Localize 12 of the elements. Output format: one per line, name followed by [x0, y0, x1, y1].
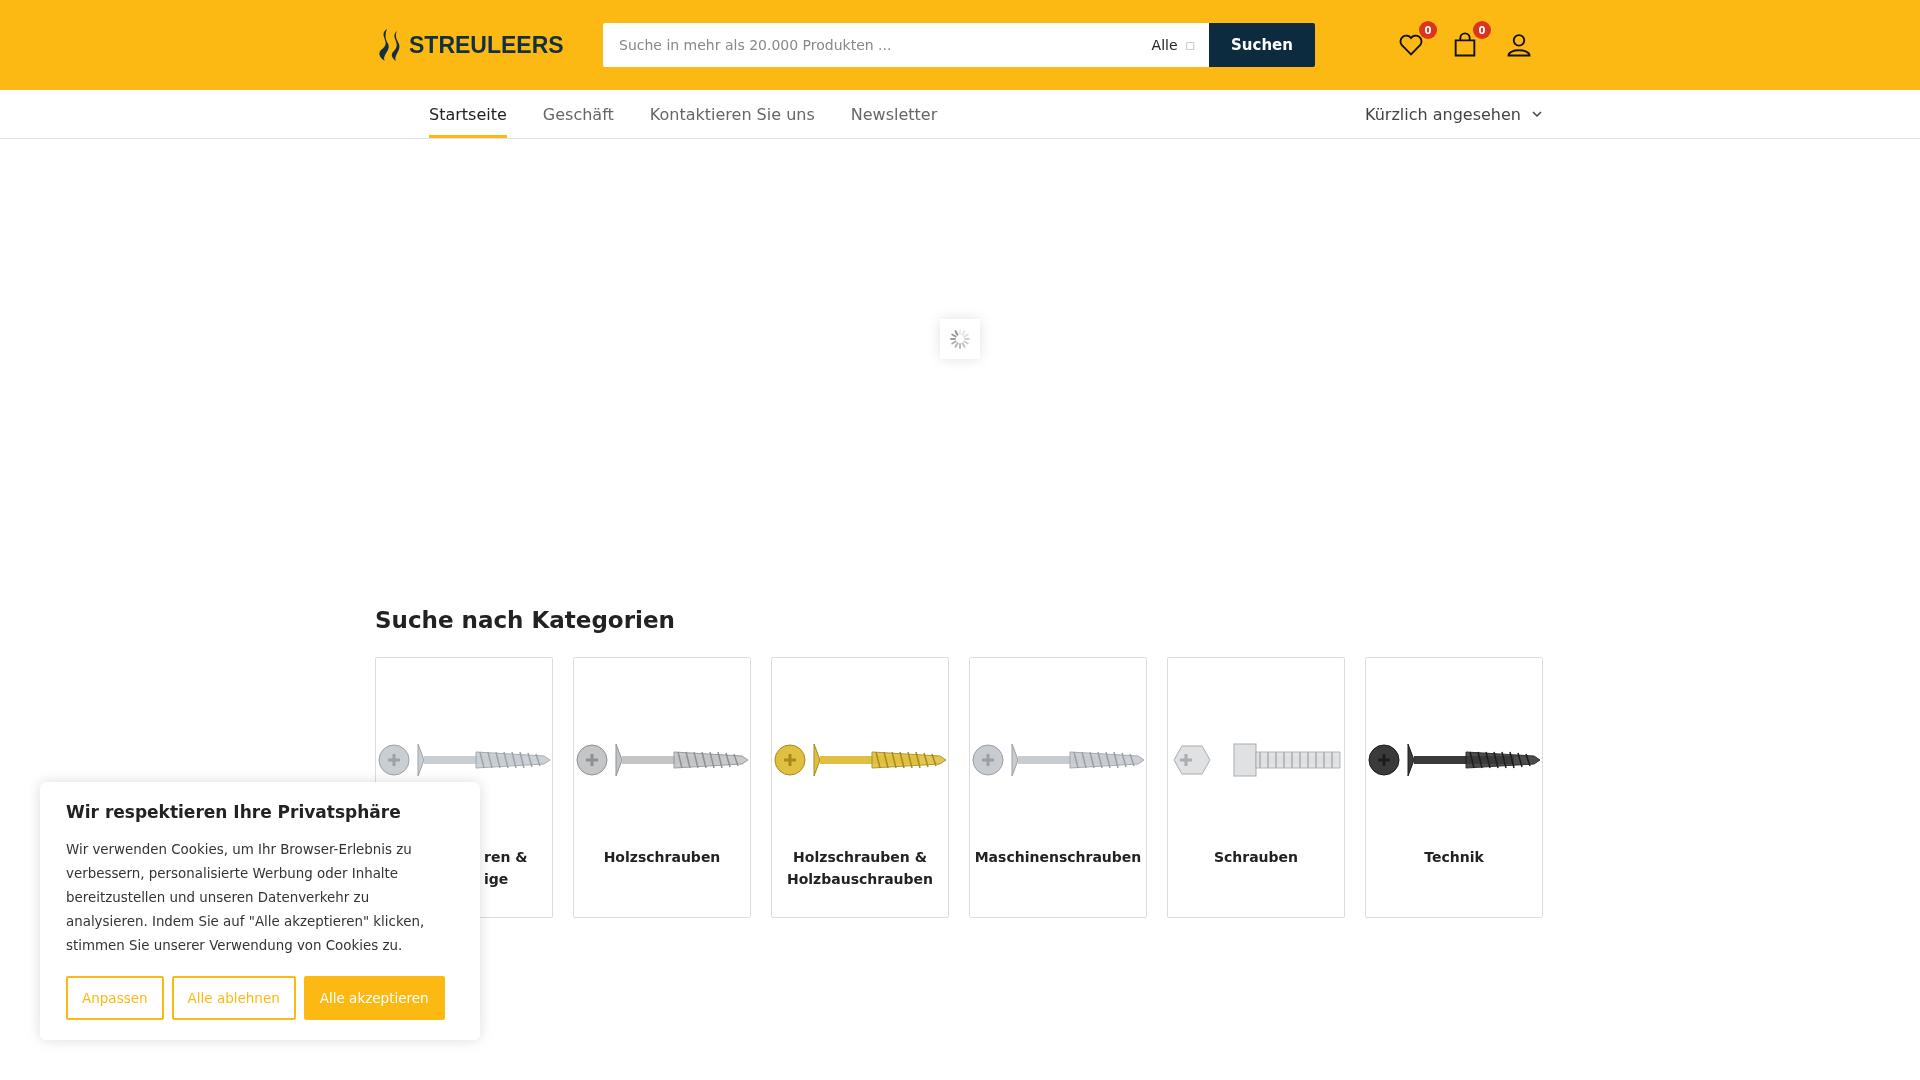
category-label: ren & ige: [484, 848, 528, 889]
category-label: Holzschrauben: [603, 848, 721, 867]
logo-text: STREULEERS: [409, 31, 564, 59]
wishlist-count: 0: [1419, 21, 1437, 39]
cart-count: 0: [1473, 21, 1491, 39]
cookie-text: Wir verwenden Cookies, um Ihr Browser-Erlebnis zu verbessern, personalisierte Werbung oder Inhalte bereitzustellen und unseren Datenverkehr zu analysieren. Indem Sie auf "Alle akzeptieren" klicken, stimmen Sie unserer Verwendung von Cookies zu.: [66, 841, 426, 955]
cookie-title: Wir respektieren Ihre Privatsphäre: [66, 802, 402, 822]
category-label: Schrauben: [1213, 848, 1299, 867]
category-label: Holzschrauben & Holzbauschrauben: [786, 848, 934, 889]
category-label: Maschinenschrauben: [974, 848, 1142, 867]
section-title: Suche nach Kategorien: [375, 607, 676, 633]
category-label: Technik: [1424, 848, 1484, 867]
